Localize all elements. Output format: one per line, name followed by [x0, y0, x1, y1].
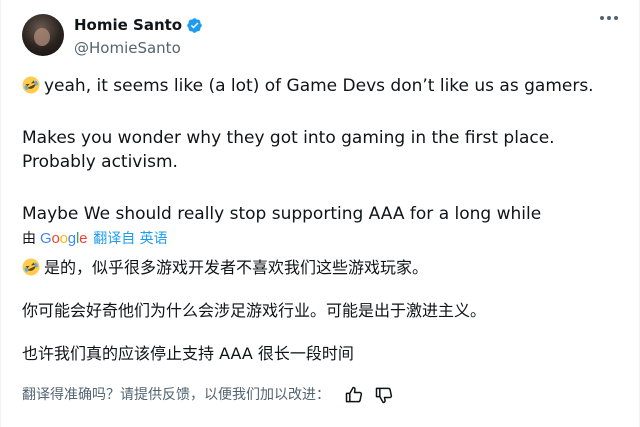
translation-text-2: 你可能会好奇他们为什么会涉足游戏行业。可能是出于激进主义。 [22, 301, 487, 320]
feedback-prompt: 翻译得准确吗？请提供反馈，以便我们加以改进： [22, 387, 330, 403]
translated-by-label: 由 [22, 231, 36, 247]
translation-text-1: 是的，似乎很多游戏开发者不喜欢我们这些游戏玩家。 [44, 258, 429, 277]
tweet-text-1: yeah, it seems like (a lot) of Game Devs… [44, 76, 594, 96]
translation-line-1: 是的，似乎很多游戏开发者不喜欢我们这些游戏玩家。 [22, 256, 428, 280]
left-border [0, 0, 1, 427]
author-display-name[interactable]: Homie Santo [74, 15, 182, 35]
translation-feedback: 翻译得准确吗？请提供反馈，以便我们加以改进： [22, 385, 394, 405]
thumbs-down-icon[interactable] [374, 385, 394, 405]
translation-attribution: 由 Google 翻译自 英语 [22, 229, 168, 249]
translated-from-link[interactable]: 翻译自 英语 [93, 229, 167, 249]
more-options-icon[interactable] [600, 16, 618, 20]
tweet-text-2: Makes you wonder why they got into gamin… [22, 128, 555, 172]
thumbs-up-icon[interactable] [344, 385, 364, 405]
tweet-text-3: Maybe We should really stop supporting A… [22, 204, 542, 224]
translation-text-3: 也许我们真的应该停止支持 AAA 很长一段时间 [22, 344, 354, 363]
rofl-emoji-icon [22, 258, 40, 276]
author-name-row: Homie Santo [74, 15, 203, 35]
tweet-line-1: yeah, it seems like (a lot) of Game Devs… [22, 74, 594, 98]
google-logo: Google [40, 230, 88, 247]
author-handle[interactable]: @HomieSanto [74, 38, 181, 58]
rofl-emoji-icon [22, 76, 40, 94]
verified-badge-icon [187, 17, 202, 33]
avatar[interactable] [22, 14, 64, 56]
